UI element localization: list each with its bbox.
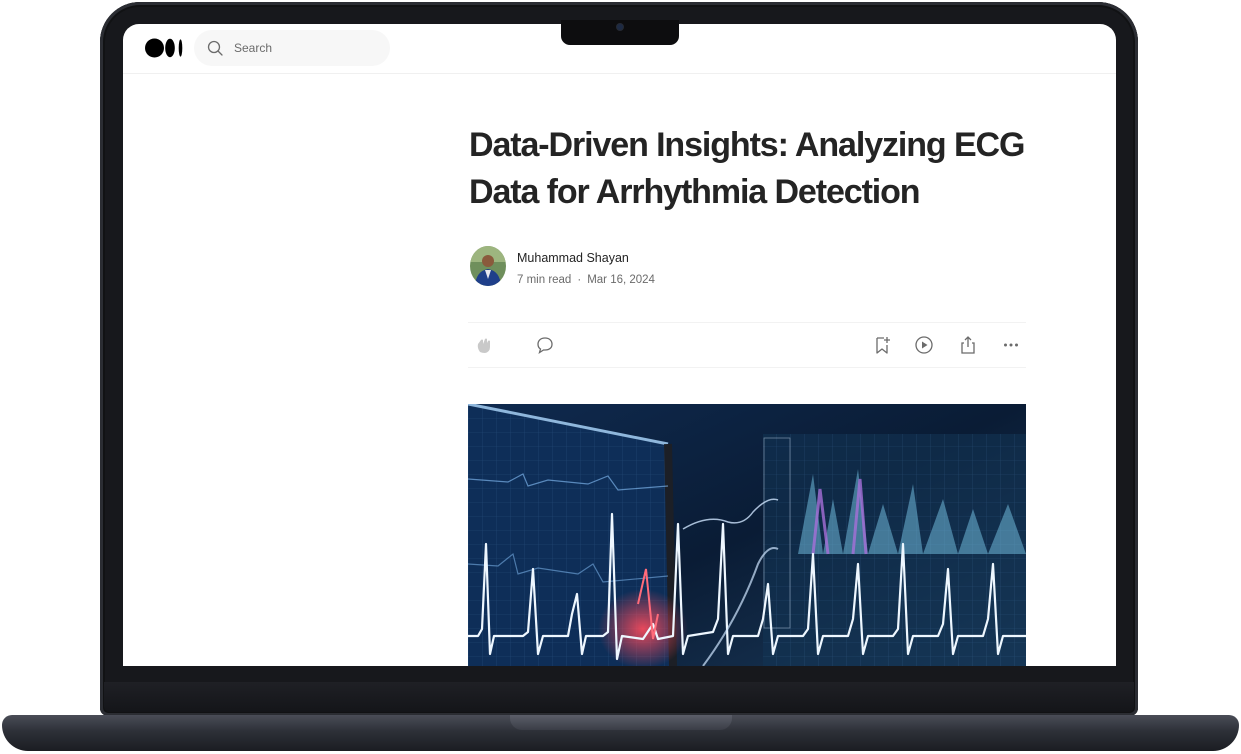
camera-icon <box>617 24 623 30</box>
publish-date: Mar 16, 2024 <box>587 274 655 286</box>
bookmark-add-icon[interactable] <box>872 335 892 355</box>
author-avatar[interactable] <box>470 246 506 286</box>
article-meta: 7 min read · Mar 16, 2024 <box>517 274 655 286</box>
avatar-image <box>470 246 506 286</box>
ecg-illustration <box>468 404 1026 666</box>
more-icon[interactable] <box>1001 335 1021 355</box>
share-icon[interactable] <box>958 335 978 355</box>
camera-notch <box>561 20 679 45</box>
search-icon <box>207 40 223 56</box>
medium-logo-icon[interactable] <box>145 38 185 58</box>
article-action-bar <box>468 322 1026 368</box>
article-title: Data-Driven Insights: Analyzing ECG Data… <box>469 126 1025 211</box>
clap-icon[interactable] <box>474 335 494 355</box>
hero-image <box>468 404 1026 666</box>
search-placeholder: Search <box>234 41 273 55</box>
author-name[interactable]: Muhammad Shayan <box>517 251 629 265</box>
laptop-chin <box>104 682 1134 712</box>
comment-icon[interactable] <box>535 335 555 355</box>
play-circle-icon[interactable] <box>914 335 934 355</box>
meta-separator: · <box>577 274 582 286</box>
laptop-opening-groove <box>510 715 732 730</box>
search-bar[interactable]: Search <box>194 30 390 66</box>
browser-screen: Search Data-Driven Insights: Analyzing E… <box>123 24 1116 666</box>
read-time: 7 min read <box>517 274 572 286</box>
